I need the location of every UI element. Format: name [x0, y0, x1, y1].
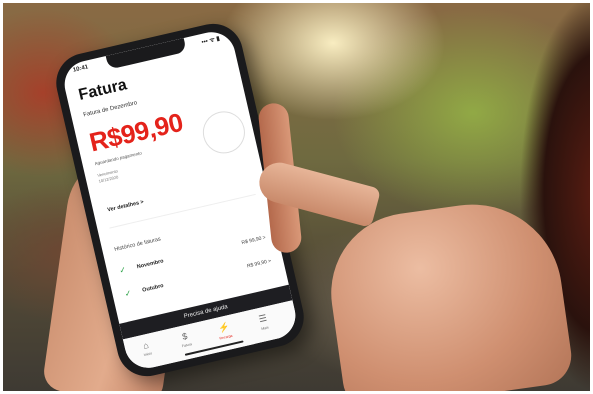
history-month: Novembro: [136, 258, 165, 271]
history-value: R$ 99,90 >: [241, 234, 267, 247]
invoice-subtitle: Fatura de Dezembro: [82, 100, 138, 119]
history-value: R$ 99,90 >: [246, 258, 272, 270]
status-time: 10:41: [72, 64, 89, 74]
divider: [109, 193, 256, 229]
page-title: Fatura: [77, 76, 129, 104]
details-link[interactable]: Ver detalhes >: [107, 199, 145, 213]
status-icons: ••• ᯤ ▮: [201, 35, 221, 46]
nav-item-inicio[interactable]: ⌂ Início: [128, 337, 165, 360]
decorative-circle: [198, 107, 250, 158]
phone-notch: [105, 38, 187, 70]
photo-frame: 10:41 ••• ᯤ ▮ Fatura Fatura de Dezembro …: [3, 3, 590, 391]
nav-item-fatura[interactable]: $ Fatura: [167, 328, 204, 351]
nav-item-mais[interactable]: ☰ Mais: [245, 310, 282, 334]
nav-item-recarga[interactable]: ⚡ Recarga: [206, 319, 243, 343]
history-title: Histórico de faturas: [113, 236, 162, 253]
check-icon: ✓: [123, 288, 133, 299]
history-month: Outubro: [141, 282, 165, 294]
check-icon: ✓: [118, 265, 127, 276]
